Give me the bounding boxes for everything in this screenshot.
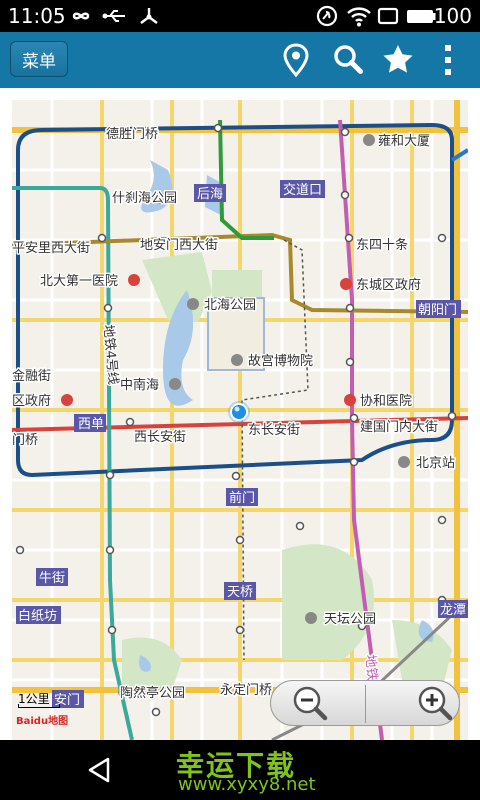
map-label: 东四十条 <box>356 237 408 253</box>
station-label: 前门 <box>229 490 255 506</box>
park-icon <box>305 612 317 624</box>
share-icon <box>140 8 158 24</box>
map-label: 协和医院 <box>360 394 412 409</box>
battery-icon <box>407 10 436 23</box>
map-label: 雍和大厦 <box>378 133 430 149</box>
station-label: 天桥 <box>227 585 253 600</box>
map-label: 平安里西大街 <box>12 241 90 256</box>
search-icon[interactable] <box>330 42 366 78</box>
building-icon <box>363 134 375 146</box>
metro-line-8 <box>218 119 274 240</box>
park-icon <box>187 298 199 310</box>
zoom-out-icon[interactable] <box>291 684 329 722</box>
map-canvas[interactable]: 德胜门桥 雍和大厦 什刹海公园 平安里西大街 地安门西大街 东四十条 北大第一医… <box>12 100 468 740</box>
map-label: 北海公园 <box>204 298 256 313</box>
map-label: 陶然亭公园 <box>120 685 185 701</box>
map-label: 什刹海公园 <box>112 191 177 206</box>
map-label: 金融街 <box>12 368 51 384</box>
station-label: 白纸坊 <box>18 608 57 624</box>
wifi-icon <box>347 7 371 27</box>
map-label: 区政府 <box>12 394 51 409</box>
status-bar: 11:05 100 <box>0 0 480 32</box>
hospital-icon <box>344 394 356 406</box>
map-label: 天坛公园 <box>324 612 376 627</box>
zoom-in-icon[interactable] <box>416 684 454 722</box>
map-label: 北京站 <box>416 456 455 471</box>
zoom-divider <box>365 685 366 723</box>
map-label: 中南海 <box>120 377 159 393</box>
station-label: 牛街 <box>39 571 65 586</box>
map-label: 地安门西大街 <box>140 238 218 253</box>
action-bar: 菜单 <box>0 32 480 88</box>
map-label: 故宫博物院 <box>248 354 313 369</box>
government-icon <box>340 278 352 290</box>
landmark-icon <box>169 378 181 390</box>
metro-line-4 <box>12 186 134 740</box>
zoom-control <box>270 680 460 726</box>
hospital-icon <box>128 274 140 286</box>
map-label: 永定门桥 <box>220 683 272 698</box>
status-time: 11:05 <box>8 4 66 28</box>
navigation-bar: 幸运下载 www.xyxy8.net <box>0 740 480 800</box>
map-label: 门桥 <box>12 433 38 448</box>
current-location-marker <box>228 401 250 423</box>
favorite-star-icon[interactable] <box>380 42 416 78</box>
station-icon <box>398 456 410 468</box>
watermark-url: www.xyxy8.net <box>178 774 316 795</box>
scale-bar <box>18 704 60 708</box>
station-label: 交道口 <box>283 182 322 198</box>
map-label: 东长安街 <box>248 423 300 438</box>
map-label: 东城区政府 <box>356 278 421 293</box>
location-pin-icon[interactable] <box>278 42 314 78</box>
station-label: 朝阳门 <box>418 303 457 318</box>
overflow-menu-icon[interactable] <box>430 42 466 78</box>
museum-icon <box>231 354 243 366</box>
usb-icon <box>102 10 125 22</box>
map-view[interactable]: 德胜门桥 雍和大厦 什刹海公园 平安里西大街 地安门西大街 东四十条 北大第一医… <box>12 100 468 740</box>
station-label: 西单 <box>78 417 104 432</box>
government-icon <box>61 394 73 406</box>
empty-icon <box>377 7 399 25</box>
nfc-icon <box>316 5 338 27</box>
map-label: 德胜门桥 <box>106 127 158 142</box>
station-label: 后海 <box>197 187 223 202</box>
baidu-logo: Baidu地图 <box>16 716 69 727</box>
map-label: 北大第一医院 <box>40 274 118 289</box>
back-triangle-icon[interactable] <box>84 754 116 786</box>
station-label: 龙潭 <box>440 603 466 618</box>
battery-level: 100 <box>433 4 472 28</box>
map-label: 建国门内大街 <box>360 419 438 435</box>
map-panel: 德胜门桥 雍和大厦 什刹海公园 平安里西大街 地安门西大街 东四十条 北大第一医… <box>0 88 480 740</box>
menu-button[interactable]: 菜单 <box>10 41 68 77</box>
infinity-icon <box>72 12 90 20</box>
map-label: 西长安街 <box>134 430 186 445</box>
